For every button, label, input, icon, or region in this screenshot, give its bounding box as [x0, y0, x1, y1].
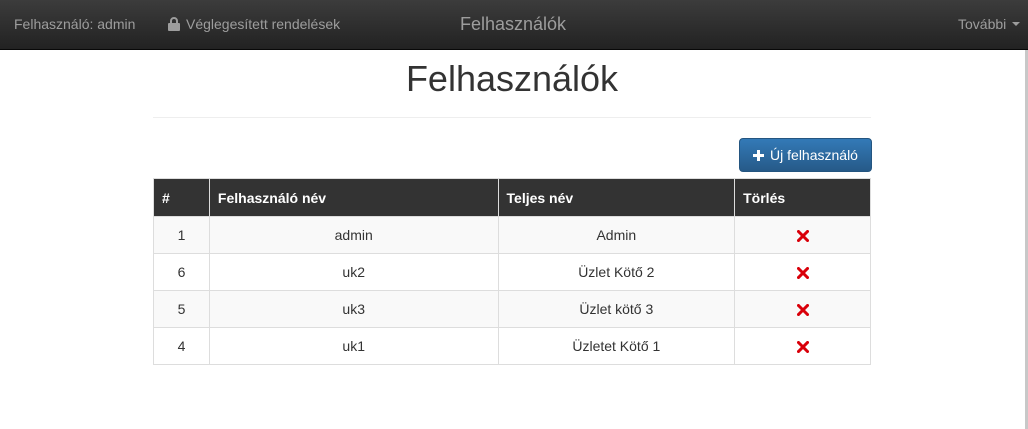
cell-full-name: Üzletet Kötő 1 — [497, 327, 736, 365]
table-row: 6 uk2 Üzlet Kötő 2 — [153, 253, 871, 291]
cell-delete — [734, 290, 871, 328]
more-dropdown-label: További — [958, 16, 1007, 32]
cell-id: 5 — [153, 290, 210, 328]
header-id: # — [153, 178, 210, 217]
cell-delete — [734, 216, 871, 254]
cell-delete — [734, 327, 871, 365]
cell-id: 4 — [153, 327, 210, 365]
current-user-label: Felhasználó: admin — [14, 16, 136, 32]
navbar: Felhasználó: admin Véglegesített rendelé… — [0, 0, 1028, 50]
caret-down-icon — [1012, 22, 1021, 26]
cell-username: uk3 — [208, 290, 499, 328]
cell-delete — [734, 253, 871, 291]
finalized-orders-label: Véglegesített rendelések — [186, 16, 341, 32]
cell-username: uk2 — [208, 253, 499, 291]
remove-icon[interactable] — [796, 267, 809, 280]
header-delete: Törlés — [734, 178, 871, 217]
navbar-brand[interactable]: Felhasználók — [460, 14, 566, 35]
remove-icon[interactable] — [796, 304, 809, 317]
cell-username: uk1 — [208, 327, 499, 365]
new-user-button-label: Új felhasználó — [770, 147, 858, 163]
table-header-row: # Felhasználó név Teljes név Törlés — [153, 178, 871, 217]
remove-icon[interactable] — [796, 341, 809, 354]
table-row: 1 admin Admin — [153, 216, 871, 254]
cell-username: admin — [208, 216, 499, 254]
title-divider — [153, 117, 871, 118]
page-title: Felhasználók — [405, 58, 619, 99]
plus-icon — [753, 149, 765, 161]
cell-full-name: Üzlet Kötő 2 — [497, 253, 736, 291]
new-user-button[interactable]: Új felhasználó — [739, 138, 872, 172]
lock-icon — [168, 17, 180, 31]
cell-id: 6 — [153, 253, 210, 291]
table-row: 5 uk3 Üzlet kötő 3 — [153, 290, 871, 328]
header-username: Felhasználó név — [208, 178, 499, 217]
remove-icon[interactable] — [796, 230, 809, 243]
users-table: # Felhasználó név Teljes név Törlés 1 ad… — [153, 178, 871, 365]
table-row: 4 uk1 Üzletet Kötő 1 — [153, 327, 871, 365]
header-full-name: Teljes név — [497, 178, 736, 217]
cell-full-name: Üzlet kötő 3 — [497, 290, 736, 328]
cell-id: 1 — [153, 216, 210, 254]
cell-full-name: Admin — [497, 216, 736, 254]
more-dropdown[interactable]: További — [958, 16, 1021, 32]
finalized-orders-link[interactable]: Véglegesített rendelések — [168, 16, 340, 32]
